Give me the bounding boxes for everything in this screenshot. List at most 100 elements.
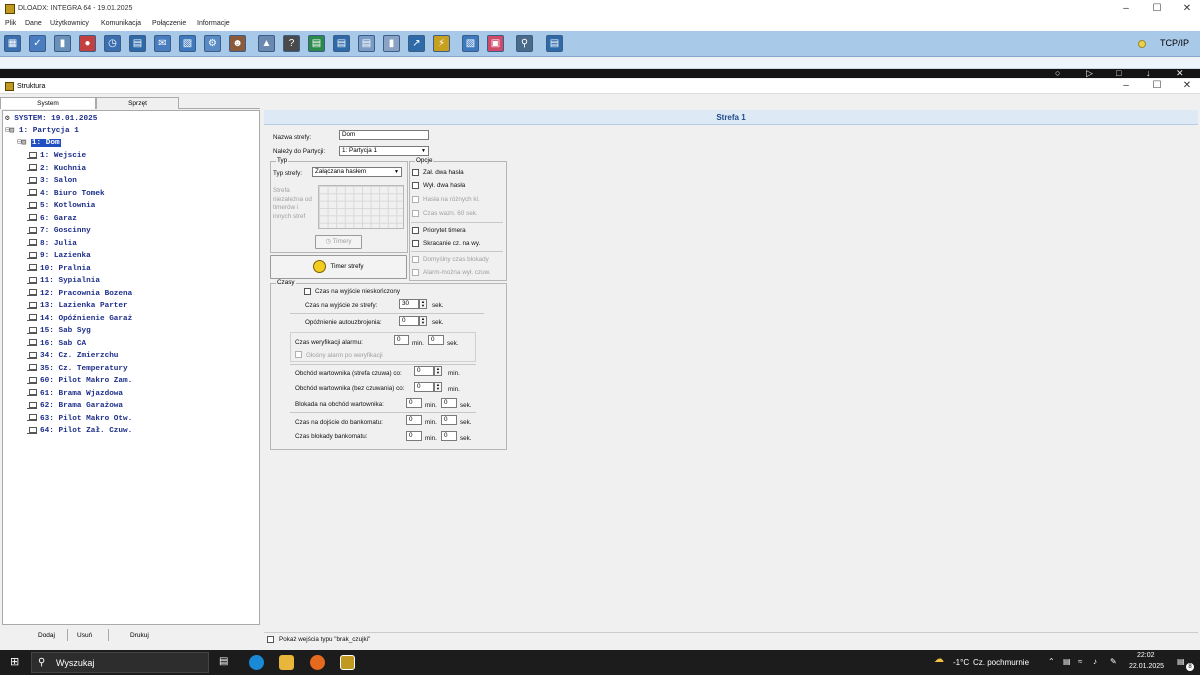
calculator-icon[interactable]: ▧ [462,35,479,52]
option-checkbox[interactable] [412,227,419,234]
option-checkbox[interactable] [412,196,419,203]
chat-icon[interactable]: ▮ [383,35,400,52]
tree-zone-item[interactable]: 61: Brama Wjazdowa [27,388,123,400]
close-button[interactable]: ✕ [1180,3,1194,15]
notification-icon[interactable]: ▤ [1177,657,1185,666]
option-checkbox[interactable] [412,182,419,189]
option-checkbox[interactable] [412,210,419,217]
download-icon[interactable]: ↓ [1146,68,1151,78]
tree-zone-group[interactable]: ⊟▤ 1: Dom [17,137,61,149]
task-view-icon[interactable]: ▤ [219,656,228,667]
option-checkbox[interactable] [412,240,419,247]
volume-icon[interactable]: ♪ [1093,657,1097,666]
menu-dane[interactable]: Dane [25,20,42,27]
tree-zone-item[interactable]: 64: Pilot Zał. Czuw. [27,425,132,437]
tree-zone-item[interactable]: 4: Biuro Tomek [27,188,105,200]
image-icon[interactable]: ▣ [487,35,504,52]
windows-start-icon[interactable]: ⊞ [10,655,19,668]
calendar-icon[interactable]: ▧ [179,35,196,52]
tree-zone-item[interactable]: 35: Cz. Temperatury [27,363,128,375]
tree-zone-item[interactable]: 15: Sab Syg [27,325,91,337]
struct-maximize-button[interactable]: ☐ [1150,80,1164,92]
guard-unarmed-input[interactable]: 0 [414,382,434,392]
auto-rearm-input[interactable]: 0 [399,316,419,326]
tree-zone-item[interactable]: 5: Kotlownia [27,200,95,212]
checklist-icon[interactable]: ✓ [29,35,46,52]
tree-zone-item[interactable]: 7: Goscinny [27,225,91,237]
tree-zone-item[interactable]: 12: Pracownia Bozena [27,288,132,300]
edge-icon[interactable] [249,655,264,670]
exit-time-input[interactable]: 30 [399,299,419,309]
tab-system[interactable]: System [0,97,96,109]
tree-zone-item[interactable]: 9: Lazienka [27,250,91,262]
tab-sprzet[interactable]: Sprzęt [96,97,179,109]
guard-block-sec-input[interactable]: 0 [441,398,457,408]
tree-zone-item[interactable]: 11: Sypialnia [27,275,100,287]
option-checkbox[interactable] [412,256,419,263]
tree-zone-item[interactable]: 2: Kuchnia [27,163,86,175]
menu-komunikacja[interactable]: Komunikacja [101,20,141,27]
guard-block-min-input[interactable]: 0 [406,398,422,408]
atm-block-sec-input[interactable]: 0 [441,431,457,441]
network-icon[interactable]: ▤ [1063,657,1071,666]
auto-rearm-stepper[interactable]: ▲ ▼ [419,316,427,326]
tree-zone-item[interactable]: 60: Pilot Makro Zam. [27,375,132,387]
remove-button[interactable]: Usuń [77,632,92,639]
verify-min-input[interactable]: 0 [394,335,409,345]
firefox-icon[interactable] [310,655,325,670]
struct-minimize-button[interactable]: – [1119,80,1133,92]
computer-icon[interactable]: ▤ [333,35,350,52]
file-explorer-icon[interactable] [279,655,294,670]
triangle-icon[interactable]: ▲ [258,35,275,52]
zone-name-input[interactable]: Dom [339,130,429,140]
pen-icon[interactable]: ✎ [1110,657,1117,666]
tree-zone-item[interactable]: 13: Lazienka Parter [27,300,128,312]
timers-button[interactable]: ◷ Timery [315,235,362,249]
show-inputs-checkbox[interactable] [267,636,274,643]
help-icon[interactable]: ? [283,35,300,52]
lightning-icon[interactable]: ⚡ [433,35,450,52]
tree-zone-item[interactable]: 3: Salon [27,175,77,187]
structure-icon[interactable]: ▦ [4,35,21,52]
atm-block-min-input[interactable]: 0 [406,431,422,441]
guard-armed-input[interactable]: 0 [414,366,434,376]
maximize-button[interactable]: ☐ [1150,3,1164,15]
timer-strefy-button[interactable]: Timer strefy [270,255,407,279]
play-icon[interactable]: ▷ [1086,68,1093,79]
document-icon[interactable]: ▤ [358,35,375,52]
tree-partition[interactable]: ⊟▤ 1: Partycja 1 [5,125,79,137]
taskbar-search[interactable]: ⚲ Wyszukaj [31,652,209,673]
add-button[interactable]: Dodaj [38,632,55,639]
wrench-icon[interactable]: ⚙ [204,35,221,52]
zone-type-select[interactable]: Załączana hasłem ▼ [312,167,402,177]
tree-zone-item[interactable]: 14: Opóźnienie Garaż [27,313,132,325]
tree-zone-item[interactable]: 1: Wejscie [27,150,86,162]
guard-armed-stepper[interactable]: ▲ ▼ [434,366,442,376]
expand-icon[interactable]: □ [1116,68,1121,78]
exit-time-stepper[interactable]: ▲ ▼ [419,299,427,309]
partition-select[interactable]: 1: Partycja 1 ▼ [339,146,429,156]
close-media-icon[interactable]: ✕ [1176,68,1184,79]
tree-zone-item[interactable]: 34: Cz. Zmierzchu [27,350,118,362]
wifi-icon[interactable]: ≈ [1078,657,1082,666]
menu-uzytkownicy[interactable]: Użytkownicy [50,20,89,27]
exit-infinite-checkbox[interactable] [304,288,311,295]
chevron-up-icon[interactable]: ⌃ [1048,657,1055,666]
key-icon[interactable]: ⚲ [516,35,533,52]
menu-polaczenie[interactable]: Połączenie [152,20,186,27]
verify-sec-input[interactable]: 0 [428,335,444,345]
dloadx-taskbar-icon[interactable] [340,655,355,670]
print-button[interactable]: Drukuj [130,632,149,639]
menu-informacje[interactable]: Informacje [197,20,230,27]
struct-close-button[interactable]: ✕ [1180,80,1194,92]
users-icon[interactable]: ☻ [229,35,246,52]
tree-zone-item[interactable]: 6: Garaz [27,213,77,225]
search-icon[interactable]: ○ [1055,68,1060,78]
terminal-icon[interactable]: ▤ [308,35,325,52]
display-icon[interactable]: ▤ [546,35,563,52]
upload-icon[interactable]: ↗ [408,35,425,52]
tree-zone-item[interactable]: 8: Julia [27,238,77,250]
guard-unarmed-stepper[interactable]: ▲ ▼ [434,382,442,392]
clock-icon[interactable]: ◷ [104,35,121,52]
minimize-button[interactable]: – [1119,3,1133,15]
